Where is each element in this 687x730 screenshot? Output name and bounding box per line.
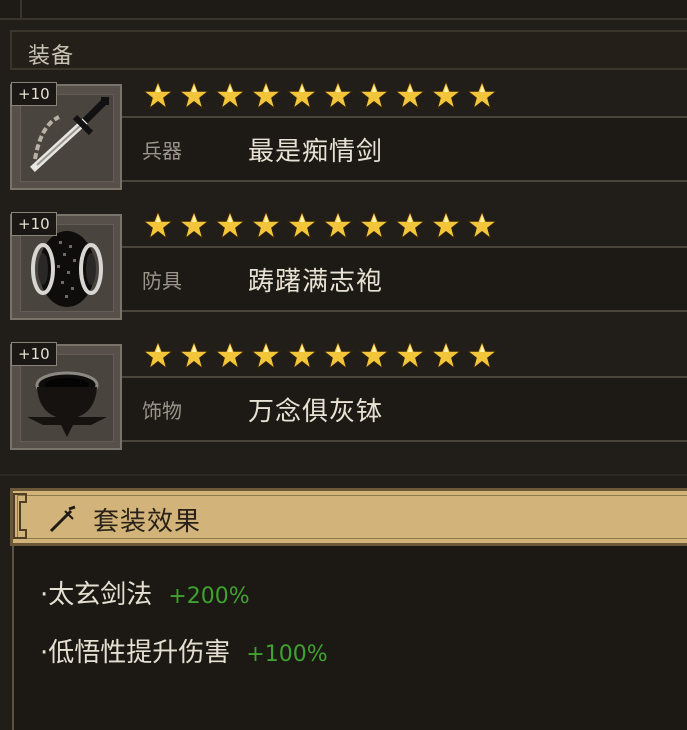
item-type-label: 兵器 <box>142 139 182 163</box>
star-rating <box>140 338 500 371</box>
effect-name: ·太玄剑法 <box>40 580 153 610</box>
top-bar <box>0 0 687 20</box>
item-info: 饰物 万念俱灰钵 <box>122 376 687 442</box>
star-icon <box>428 78 464 111</box>
equipment-section-header: 装备 <box>10 30 687 70</box>
star-icon <box>392 78 428 111</box>
enhance-level-badge: +10 <box>11 342 57 366</box>
star-icon <box>356 338 392 371</box>
equipment-row-weapon[interactable]: +10 兵器 最是痴情剑 <box>0 78 687 194</box>
sword-icon <box>20 94 114 182</box>
effect-value: +200% <box>168 584 250 609</box>
set-bonus-header: 套装效果 <box>10 488 687 546</box>
star-icon <box>176 208 212 241</box>
star-icon <box>248 78 284 111</box>
star-icon <box>140 338 176 371</box>
robe-icon <box>20 224 114 312</box>
effect-name: ·低悟性提升伤害 <box>40 638 231 668</box>
star-icon <box>140 78 176 111</box>
item-type-label: 防具 <box>142 269 182 293</box>
item-name: 最是痴情剑 <box>248 137 384 167</box>
star-icon <box>464 338 500 371</box>
star-icon <box>428 208 464 241</box>
item-name: 万念俱灰钵 <box>248 397 384 427</box>
star-icon <box>284 208 320 241</box>
star-rating <box>140 78 500 111</box>
equipment-row-accessory[interactable]: +10 饰物 万念俱灰钵 <box>0 338 687 454</box>
set-bonus-title: 套装效果 <box>93 507 202 537</box>
star-icon <box>176 338 212 371</box>
item-info: 防具 踌躇满志袍 <box>122 246 687 312</box>
enhance-level-badge: +10 <box>11 82 57 106</box>
star-icon <box>392 208 428 241</box>
star-icon <box>464 208 500 241</box>
sword-icon <box>49 505 76 533</box>
set-effect-item: ·太玄剑法 +200% <box>40 574 250 611</box>
set-effect-item: ·低悟性提升伤害 +100% <box>40 632 328 669</box>
star-rating <box>140 208 500 241</box>
star-icon <box>248 208 284 241</box>
star-icon <box>212 338 248 371</box>
star-icon <box>212 78 248 111</box>
item-type-label: 饰物 <box>142 399 182 423</box>
star-icon <box>392 338 428 371</box>
star-icon <box>320 338 356 371</box>
star-icon <box>428 338 464 371</box>
item-info: 兵器 最是痴情剑 <box>122 116 687 182</box>
section-title: 装备 <box>28 44 75 69</box>
star-icon <box>284 338 320 371</box>
enhance-level-badge: +10 <box>11 212 57 236</box>
star-icon <box>356 78 392 111</box>
star-icon <box>212 208 248 241</box>
star-icon <box>356 208 392 241</box>
star-icon <box>464 78 500 111</box>
effect-value: +100% <box>246 642 328 667</box>
star-icon <box>248 338 284 371</box>
item-name: 踌躇满志袍 <box>248 267 384 297</box>
star-icon <box>284 78 320 111</box>
equipment-row-armor[interactable]: +10 防具 踌躇满志袍 <box>0 208 687 324</box>
header-corner-ornament <box>13 493 27 539</box>
star-icon <box>140 208 176 241</box>
bowl-icon <box>20 354 114 442</box>
section-divider <box>0 474 687 476</box>
star-icon <box>176 78 212 111</box>
star-icon <box>320 208 356 241</box>
star-icon <box>320 78 356 111</box>
